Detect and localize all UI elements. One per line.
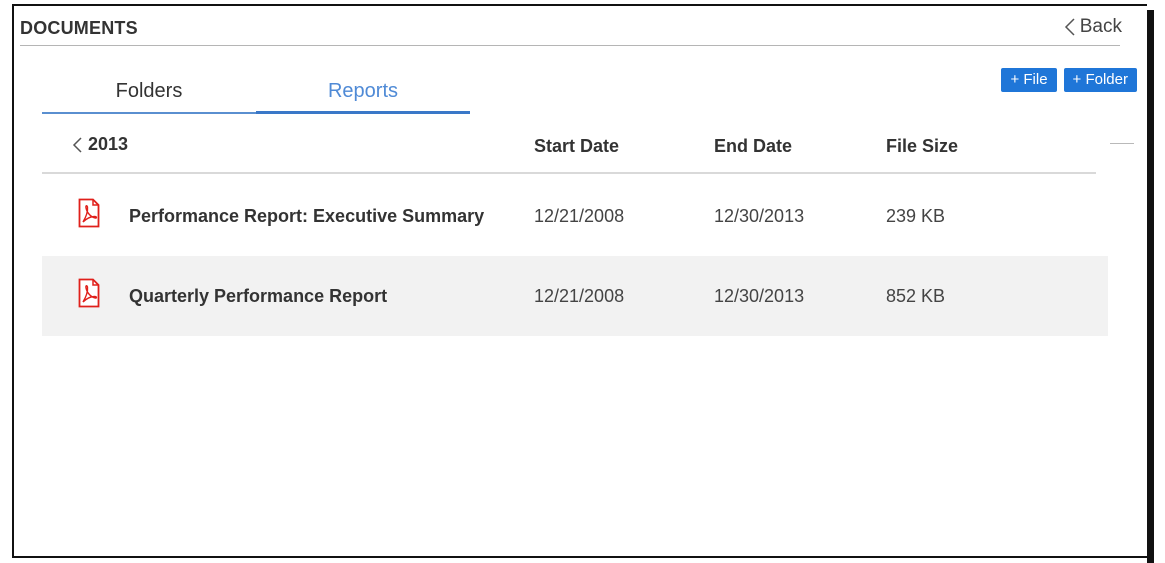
start-date: 12/21/2008 bbox=[534, 286, 625, 306]
add-folder-button[interactable]: + Folder bbox=[1063, 68, 1137, 92]
table-row[interactable]: Performance Report: Executive Summary 12… bbox=[42, 176, 1108, 256]
table-row[interactable]: Quarterly Performance Report 12/21/2008 … bbox=[42, 256, 1108, 336]
file-name: Quarterly Performance Report bbox=[129, 286, 388, 306]
back-label: Back bbox=[1079, 16, 1122, 37]
year-label: 2013 bbox=[88, 134, 129, 154]
tab-folders[interactable]: Folders bbox=[42, 74, 256, 114]
year-back-button[interactable]: 2013 bbox=[72, 134, 128, 155]
page-title: DOCUMENTS bbox=[20, 18, 138, 38]
start-date: 12/21/2008 bbox=[534, 206, 625, 226]
back-button[interactable]: Back bbox=[1064, 16, 1122, 38]
file-size: 852 KB bbox=[886, 286, 946, 306]
column-header-start-date[interactable]: Start Date bbox=[534, 136, 619, 157]
table-header: 2013 Start Date End Date File Size bbox=[42, 122, 1134, 174]
add-file-button[interactable]: + File bbox=[1001, 68, 1057, 92]
action-buttons: + File + Folder bbox=[1001, 68, 1137, 92]
chevron-left-icon bbox=[1064, 18, 1075, 36]
tab-bar: Folders Reports bbox=[42, 74, 470, 114]
column-header-end-date[interactable]: End Date bbox=[714, 136, 792, 157]
column-header-file-size[interactable]: File Size bbox=[886, 136, 958, 157]
end-date: 12/30/2013 bbox=[714, 206, 805, 226]
tab-reports[interactable]: Reports bbox=[256, 74, 470, 114]
file-name: Performance Report: Executive Summary bbox=[129, 206, 485, 226]
panel-header: DOCUMENTS Back bbox=[20, 14, 1122, 46]
pdf-icon bbox=[78, 278, 100, 308]
end-date: 12/30/2013 bbox=[714, 286, 805, 306]
column-options-handle[interactable] bbox=[1110, 143, 1134, 144]
file-size: 239 KB bbox=[886, 206, 946, 226]
pdf-icon bbox=[78, 198, 100, 228]
chevron-left-icon bbox=[72, 136, 82, 153]
panel-shadow bbox=[1147, 10, 1154, 563]
